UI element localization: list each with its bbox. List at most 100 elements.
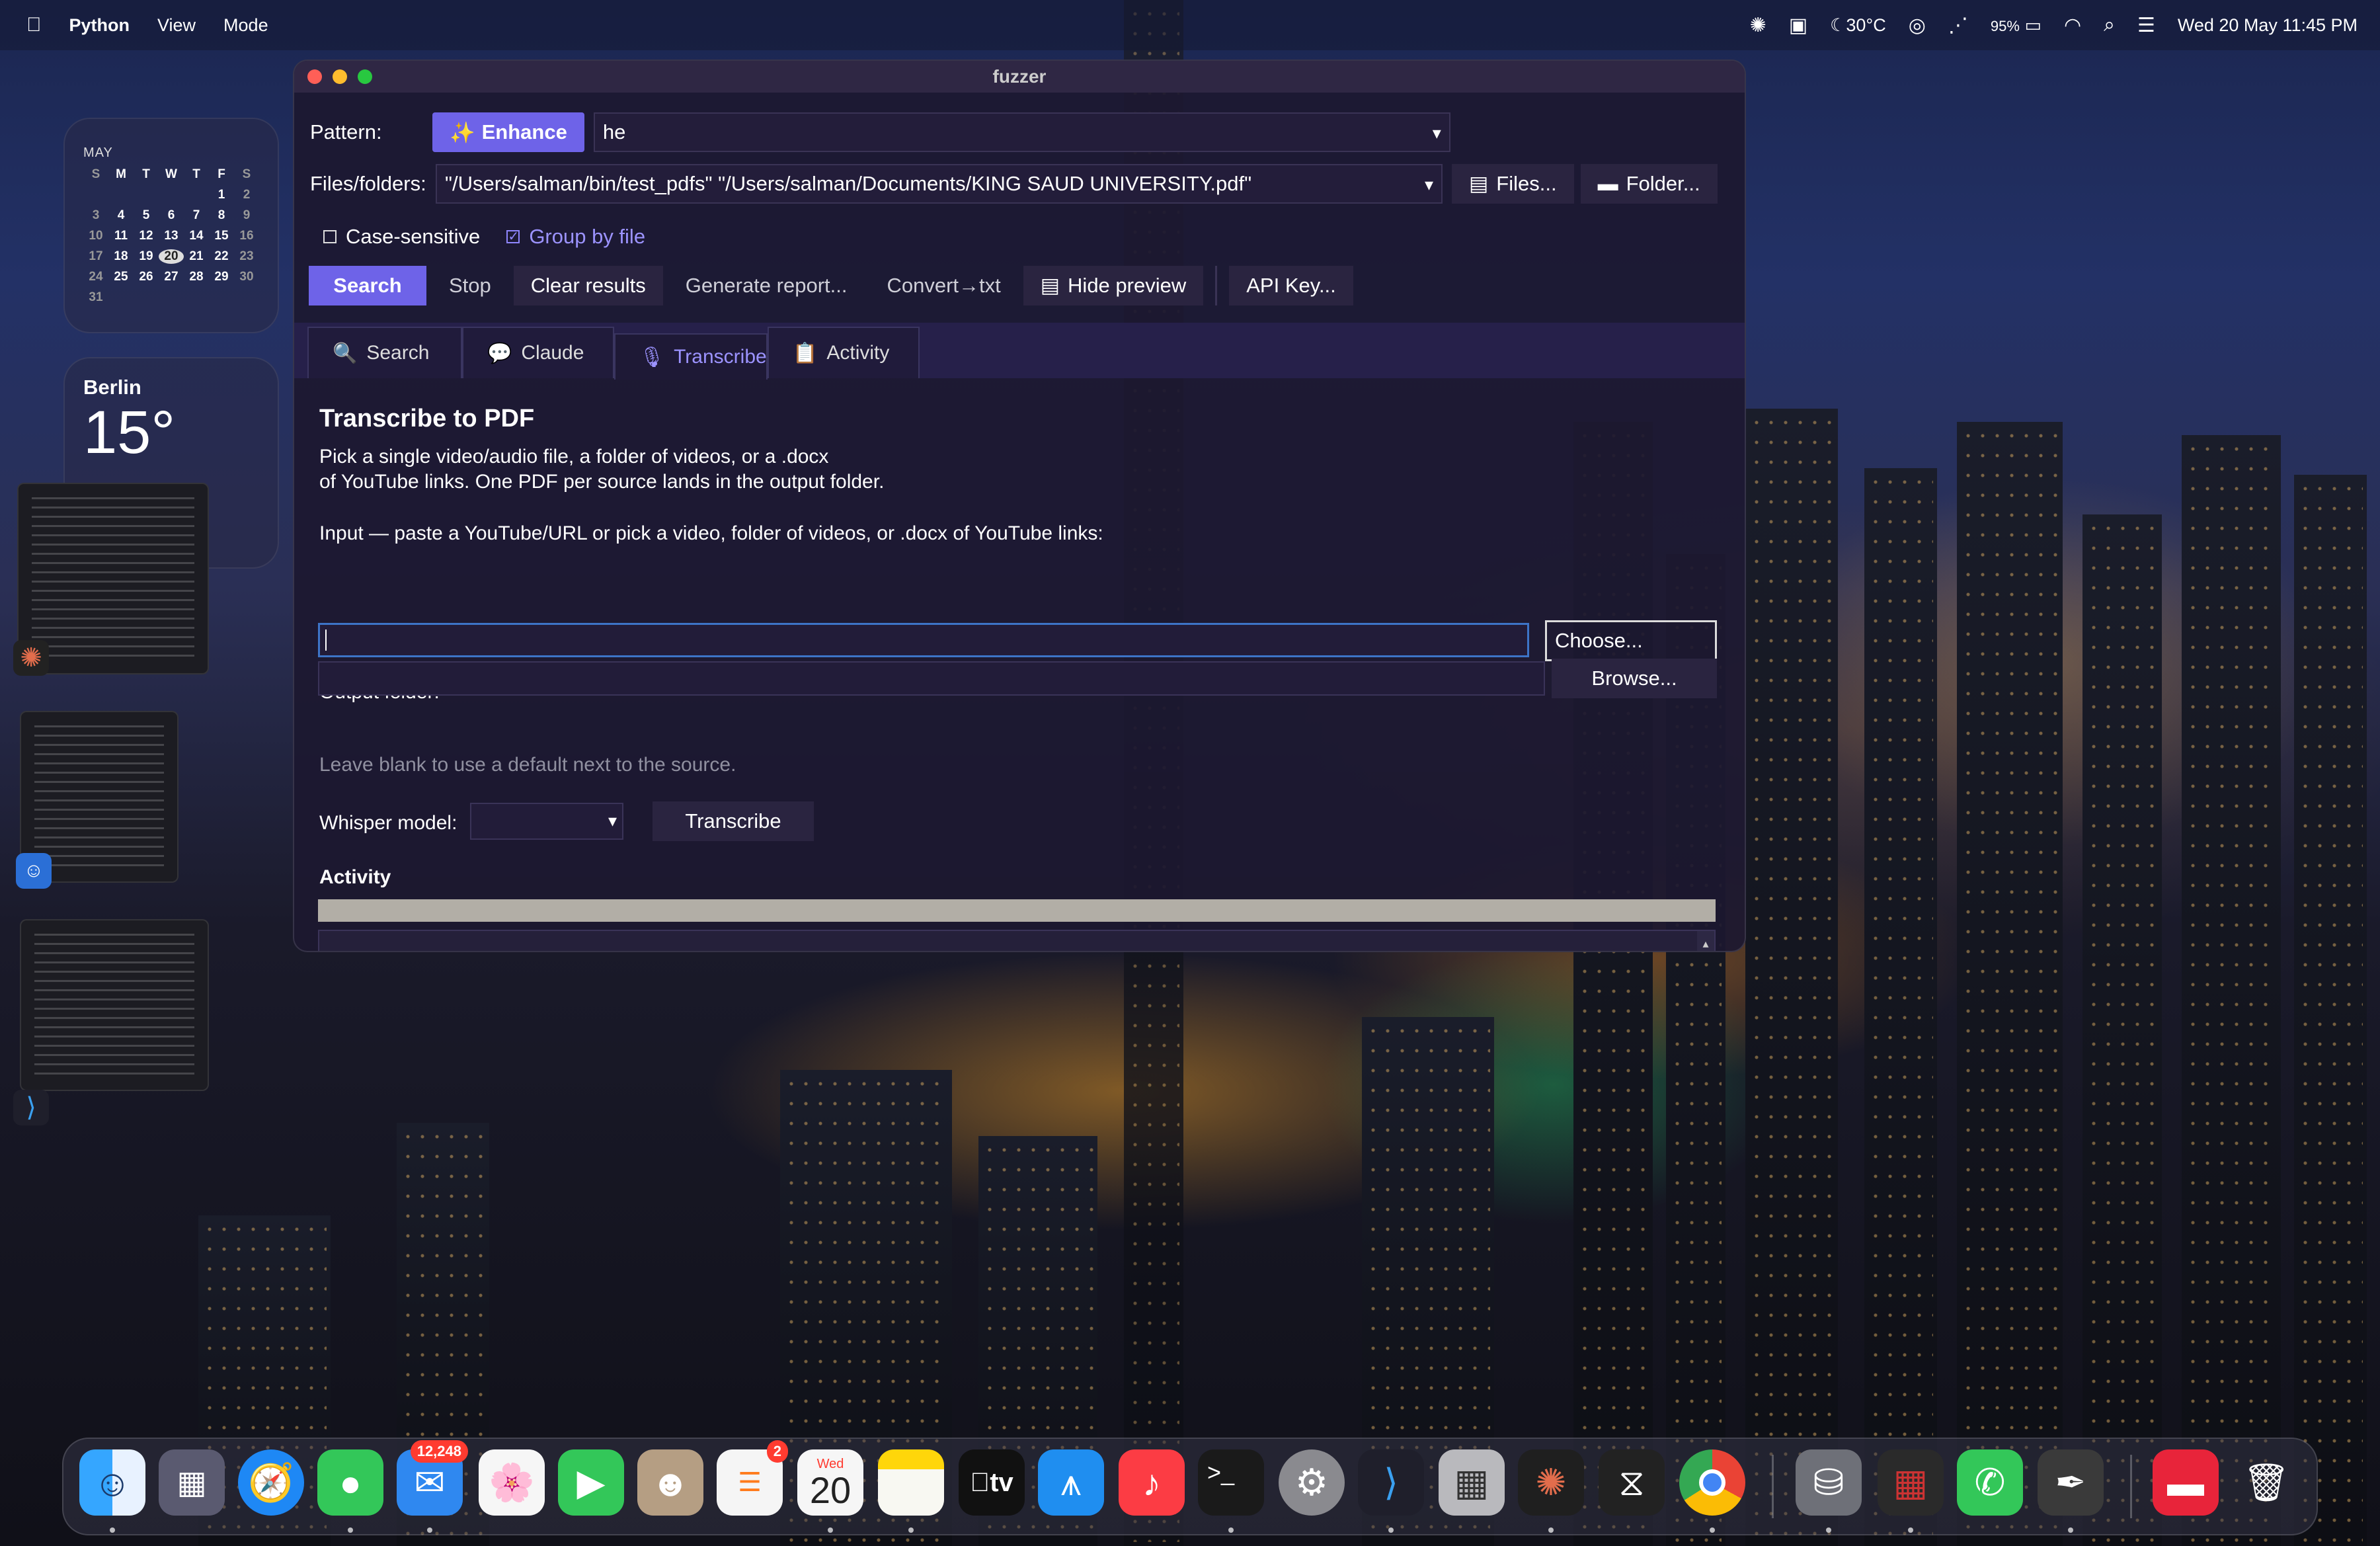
- calendar-day[interactable]: 16: [234, 229, 259, 243]
- claude-status-icon[interactable]: ✺: [1750, 14, 1766, 37]
- menu-view[interactable]: View: [157, 15, 196, 36]
- photos-icon[interactable]: 🌸: [479, 1449, 545, 1516]
- apple-tv-icon[interactable]: tv: [959, 1449, 1025, 1516]
- contacts-icon[interactable]: ☻: [637, 1449, 703, 1516]
- calendar-day[interactable]: 9: [234, 208, 259, 223]
- whisper-model-select[interactable]: ▾: [470, 803, 623, 840]
- vscode-icon[interactable]: ⟩: [1358, 1449, 1424, 1516]
- tab-search[interactable]: 🔍 Search: [307, 327, 462, 378]
- control-center-icon[interactable]: ☰: [2137, 14, 2155, 37]
- xcode-like-icon[interactable]: ⧖: [1599, 1449, 1665, 1516]
- folder-status-icon[interactable]: ▣: [1789, 14, 1807, 37]
- calendar-day[interactable]: 11: [108, 229, 134, 243]
- claude-icon[interactable]: ✺: [1518, 1449, 1584, 1516]
- calendar-day[interactable]: 20: [159, 249, 184, 264]
- convert-txt-button[interactable]: Convert→txt: [869, 266, 1017, 305]
- calendar-day[interactable]: 15: [209, 229, 234, 243]
- battery-status[interactable]: 95% ▭: [1991, 15, 2042, 36]
- calendar-day[interactable]: 18: [108, 249, 134, 264]
- weather-status[interactable]: ☾30°C: [1830, 15, 1886, 36]
- calendar-day[interactable]: 25: [108, 270, 134, 284]
- calendar-day[interactable]: 23: [234, 249, 259, 264]
- calendar-day[interactable]: 5: [134, 208, 159, 223]
- mail-icon[interactable]: ✉ 12,248: [397, 1440, 468, 1516]
- calendar-day[interactable]: 12: [134, 229, 159, 243]
- files-input[interactable]: "/Users/salman/bin/test_pdfs" "/Users/sa…: [436, 164, 1443, 204]
- tab-claude[interactable]: 💬 Claude: [462, 327, 614, 378]
- pen-icon[interactable]: ✒: [2038, 1449, 2104, 1516]
- calendar-day[interactable]: 10: [83, 229, 108, 243]
- pattern-input[interactable]: he ▾: [593, 112, 1450, 152]
- activity-status-icon[interactable]: ⋰: [1948, 14, 1968, 37]
- calendar-day[interactable]: 21: [184, 249, 209, 264]
- calendar-day[interactable]: 7: [184, 208, 209, 223]
- menu-clock[interactable]: Wed 20 May 11:45 PM: [2178, 15, 2358, 36]
- calendar-day[interactable]: 29: [209, 270, 234, 284]
- calendar-day[interactable]: 17: [83, 249, 108, 264]
- airdrop-icon[interactable]: ◎: [1909, 14, 1926, 37]
- case-sensitive-checkbox[interactable]: Case-sensitive: [323, 225, 480, 249]
- messages-icon[interactable]: ●: [317, 1449, 383, 1516]
- files-button[interactable]: ▤ Files...: [1452, 164, 1574, 204]
- chevron-down-icon[interactable]: ▾: [1433, 123, 1441, 143]
- chevron-down-icon[interactable]: ▾: [1425, 175, 1433, 195]
- downloads-folder-icon[interactable]: ▬: [2153, 1449, 2219, 1516]
- calendar-day[interactable]: 1: [209, 188, 234, 202]
- launchpad-icon[interactable]: ▦: [159, 1449, 225, 1516]
- group-by-file-checkbox[interactable]: ✓ Group by file: [506, 225, 645, 249]
- calendar-day[interactable]: 13: [159, 229, 184, 243]
- calendar-day[interactable]: 2: [234, 188, 259, 202]
- finder-icon[interactable]: ☺: [79, 1449, 145, 1516]
- chrome-icon[interactable]: [1679, 1449, 1745, 1516]
- trash-icon[interactable]: 🗑: [2233, 1449, 2299, 1516]
- api-key-button[interactable]: API Key...: [1229, 266, 1353, 305]
- apple-icon[interactable]: : [26, 14, 42, 36]
- calendar-day[interactable]: 28: [184, 270, 209, 284]
- calendar-day[interactable]: 8: [209, 208, 234, 223]
- calendar-day[interactable]: 3: [83, 208, 108, 223]
- activity-log[interactable]: ▴▾: [318, 930, 1716, 951]
- menu-app-name[interactable]: Python: [69, 15, 130, 36]
- music-icon[interactable]: ♪: [1119, 1449, 1185, 1516]
- calculator-icon[interactable]: ▦: [1439, 1449, 1505, 1516]
- scrollbar[interactable]: ▴▾: [1697, 931, 1714, 951]
- reminders-icon[interactable]: ☰ 2: [717, 1440, 788, 1516]
- calendar-day[interactable]: 6: [159, 208, 184, 223]
- disk-utility-icon[interactable]: ⛁: [1796, 1449, 1862, 1516]
- transcribe-button[interactable]: Transcribe: [653, 801, 814, 841]
- facetime-icon[interactable]: ▶: [558, 1449, 624, 1516]
- terminal-icon[interactable]: >_: [1198, 1449, 1264, 1516]
- safari-icon[interactable]: 🧭: [238, 1449, 304, 1516]
- calendar-day[interactable]: 22: [209, 249, 234, 264]
- window-titlebar[interactable]: fuzzer: [294, 61, 1745, 93]
- input-field[interactable]: [318, 623, 1529, 657]
- calendar-widget[interactable]: MAY S M T W T F S 1 2 3 4 5 6 7 8 9 10 11 12 13 14 15 16 17 18 19…: [63, 118, 279, 333]
- tab-transcribe[interactable]: 🎙 Transcribe: [614, 333, 768, 380]
- app-store-icon[interactable]: ⩚: [1038, 1449, 1104, 1516]
- menu-mode[interactable]: Mode: [223, 15, 268, 36]
- tab-activity[interactable]: 📋 Activity: [768, 327, 920, 378]
- generate-report-button[interactable]: Generate report...: [668, 266, 865, 305]
- stop-button[interactable]: Stop: [432, 266, 508, 305]
- output-folder-field[interactable]: [318, 661, 1545, 696]
- phone-icon[interactable]: ✆: [1957, 1449, 2023, 1516]
- notes-icon[interactable]: [878, 1449, 944, 1516]
- folder-button[interactable]: ▬ Folder...: [1580, 164, 1718, 204]
- calendar-day[interactable]: 31: [83, 290, 108, 305]
- calendar-day[interactable]: 19: [134, 249, 159, 264]
- calendar-day[interactable]: 14: [184, 229, 209, 243]
- calendar-day[interactable]: 27: [159, 270, 184, 284]
- clear-results-button[interactable]: Clear results: [513, 266, 663, 305]
- calendar-day[interactable]: 26: [134, 270, 159, 284]
- browse-button[interactable]: Browse...: [1552, 659, 1717, 698]
- search-button[interactable]: Search: [309, 266, 426, 305]
- calendar-day[interactable]: 30: [234, 270, 259, 284]
- choose-button[interactable]: Choose...: [1545, 620, 1717, 661]
- hide-preview-button[interactable]: ▤ Hide preview: [1023, 266, 1204, 305]
- enhance-button[interactable]: ✨ Enhance: [432, 112, 584, 152]
- calendar-day[interactable]: 4: [108, 208, 134, 223]
- wifi-icon[interactable]: ◠: [2064, 14, 2081, 37]
- calendar-day[interactable]: 24: [83, 270, 108, 284]
- spotlight-icon[interactable]: ⌕: [2104, 14, 2115, 36]
- spreadsheet-icon[interactable]: ▦: [1878, 1449, 1944, 1516]
